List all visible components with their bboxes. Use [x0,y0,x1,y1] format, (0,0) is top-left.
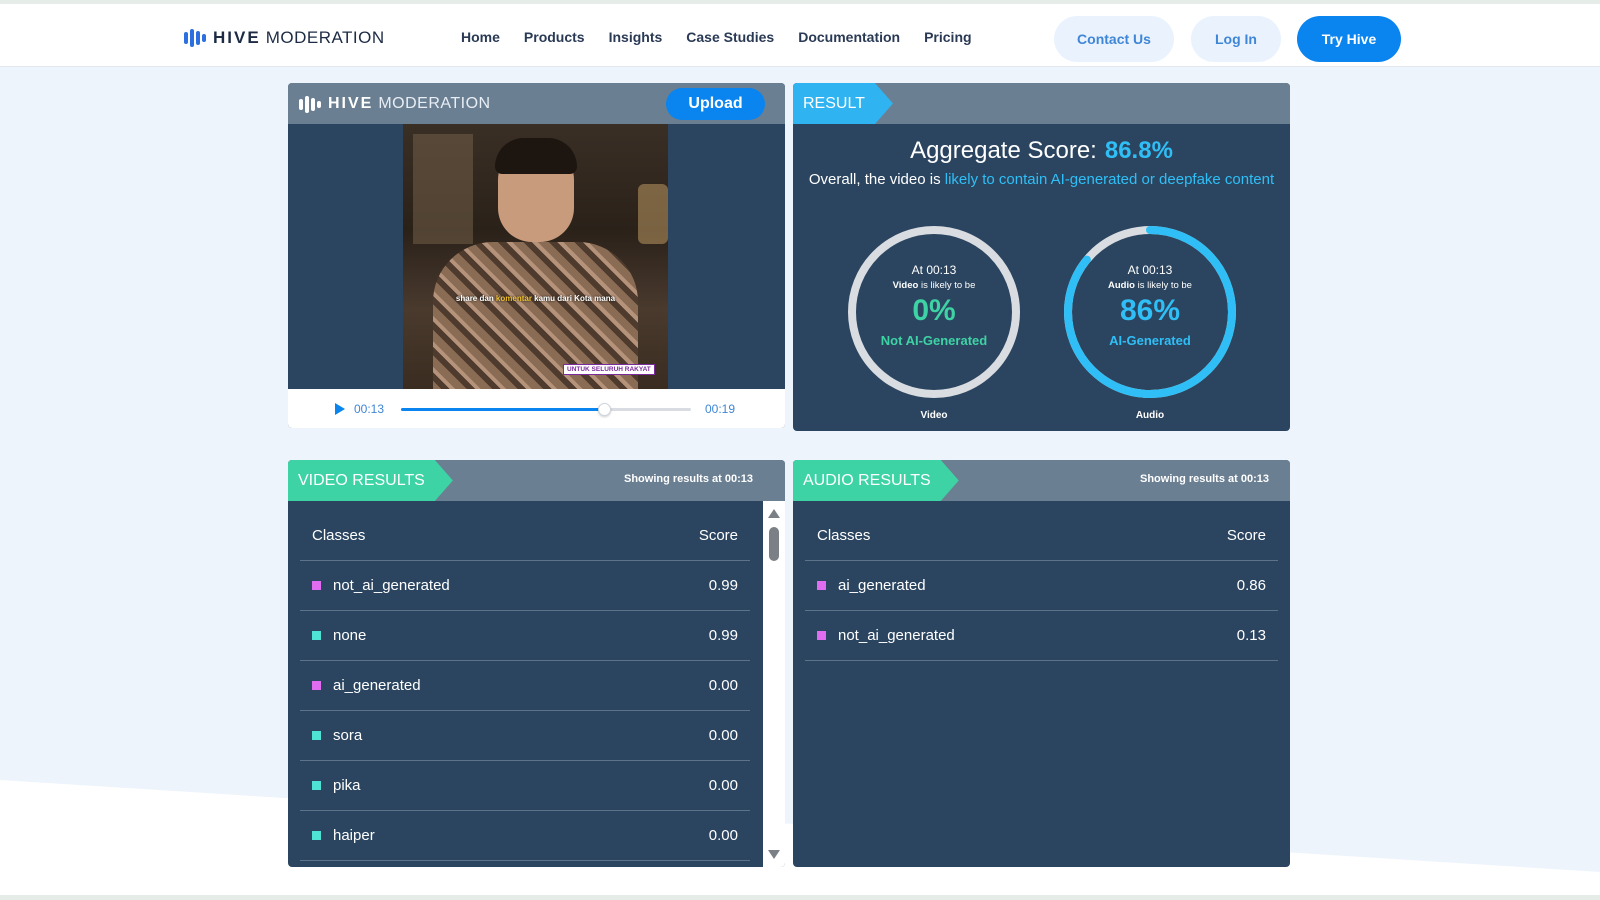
table-header: Classes Score [805,501,1278,561]
player-brand-moderation-text: MODERATION [378,95,491,112]
video-badge: UNTUK SELURUH RAKYAT [563,364,655,375]
video-player-panel: HIVE MODERATION Upload share dan komenta… [288,83,785,428]
video-results-showing: Showing results at 00:13 [624,473,753,485]
video-gauge-time: At 00:13 [911,263,957,277]
video-results-ribbon: VIDEO RESULTS [288,460,453,501]
aggregate-score: Aggregate Score: 86.8% [793,137,1290,165]
brand-hive-text: HIVE [213,28,261,47]
video-results-panel: VIDEO RESULTS Showing results at 00:13 C… [288,460,785,867]
audio-gauge-percent: 86% [1119,294,1181,327]
overall-summary: Overall, the video is likely to contain … [808,171,1275,188]
result-ribbon: RESULT [793,83,893,124]
table-row: not_ai_generated 0.99 [300,561,750,611]
nav-link-documentation[interactable]: Documentation [798,29,900,45]
audio-gauge-verdict: AI-Generated [1109,333,1191,348]
total-time: 00:19 [705,402,736,416]
brand-moderation-text: MODERATION [265,28,385,47]
overall-verdict-link: likely to contain AI-generated or deepfa… [944,171,1275,188]
video-frame[interactable]: share dan komentar kamu dari Kota mana U… [403,124,668,389]
video-bg-lamp [638,184,668,244]
contact-us-button[interactable]: Contact Us [1054,16,1174,62]
scroll-down-icon[interactable] [768,850,780,859]
current-time: 00:13 [354,402,385,416]
aggregate-label: Aggregate Score: [910,137,1097,164]
audio-results-showing: Showing results at 00:13 [1140,473,1269,485]
nav-links: Home Products Insights Case Studies Docu… [461,29,972,45]
audio-results-ribbon: AUDIO RESULTS [793,460,959,501]
player-controls: 00:13 00:19 [288,389,785,428]
table-row: pika 0.00 [300,761,750,811]
result-panel: RESULT Aggregate Score: 86.8% Overall, th… [793,83,1290,431]
player-brand-hive-text: HIVE [328,95,374,112]
class-swatch-icon [312,731,321,740]
table-header: Classes Score [300,501,750,561]
video-subtitle: share dan komentar kamu dari Kota mana [455,294,616,303]
table-row: sora 0.00 [300,711,750,761]
video-gauge: At 00:13 Video is likely to be 0% Not AI… [846,224,1022,400]
audio-gauge-caption: Audio [1135,410,1165,421]
scroll-thumb[interactable] [769,527,779,561]
table-row: haiper 0.00 [300,811,750,861]
video-results-scrollbar[interactable] [763,501,785,867]
audio-gauge-time: At 00:13 [1127,263,1173,277]
player-hive-logo: HIVE MODERATION [299,95,491,113]
class-swatch-icon [312,681,321,690]
hive-bars-icon [299,95,321,113]
class-swatch-icon [312,781,321,790]
hive-bars-icon [184,29,206,47]
navbar: HIVE MODERATION Home Products Insights C… [0,4,1600,67]
table-row: not_ai_generated 0.13 [805,611,1278,661]
video-gauge-verdict: Not AI-Generated [880,333,988,348]
audio-results-table: Classes Score ai_generated 0.86 not_ai_ge… [805,501,1278,661]
try-hive-button[interactable]: Try Hive [1297,16,1401,62]
nav-link-home[interactable]: Home [461,29,500,45]
seek-bar-handle[interactable] [598,403,611,416]
hive-logo[interactable]: HIVE MODERATION [184,27,385,49]
col-classes: Classes [312,527,366,544]
class-swatch-icon [312,831,321,840]
scroll-up-icon[interactable] [768,509,780,518]
class-swatch-icon [312,581,321,590]
audio-gauge: At 00:13 Audio is likely to be 86% AI-Ge… [1062,224,1238,400]
bottom-border [0,895,1600,900]
aggregate-value: 86.8% [1104,137,1173,164]
audio-results-panel: AUDIO RESULTS Showing results at 00:13 C… [793,460,1290,867]
nav-link-insights[interactable]: Insights [609,29,663,45]
nav-link-products[interactable]: Products [524,29,585,45]
video-person-hair [495,138,577,174]
upload-button[interactable]: Upload [666,88,765,120]
audio-gauge-sub: Audio is likely to be [1108,280,1192,291]
video-bg-window [413,134,473,244]
table-row: none 0.99 [300,611,750,661]
play-icon[interactable] [335,403,345,415]
nav-link-pricing[interactable]: Pricing [924,29,971,45]
video-gauge-percent: 0% [912,294,956,327]
seek-bar[interactable] [401,403,691,416]
video-results-table: Classes Score not_ai_generated 0.99 none 0… [300,501,750,861]
class-swatch-icon [817,631,826,640]
col-score: Score [1226,527,1266,544]
table-row: ai_generated 0.86 [805,561,1278,611]
video-gauge-caption: Video [920,410,948,421]
video-gauge-sub: Video is likely to be [892,280,976,291]
class-swatch-icon [312,631,321,640]
class-swatch-icon [817,581,826,590]
col-score: Score [698,527,738,544]
nav-link-case-studies[interactable]: Case Studies [686,29,774,45]
seek-bar-fill [401,408,604,411]
log-in-button[interactable]: Log In [1191,16,1281,62]
table-row: ai_generated 0.00 [300,661,750,711]
col-classes: Classes [817,527,871,544]
